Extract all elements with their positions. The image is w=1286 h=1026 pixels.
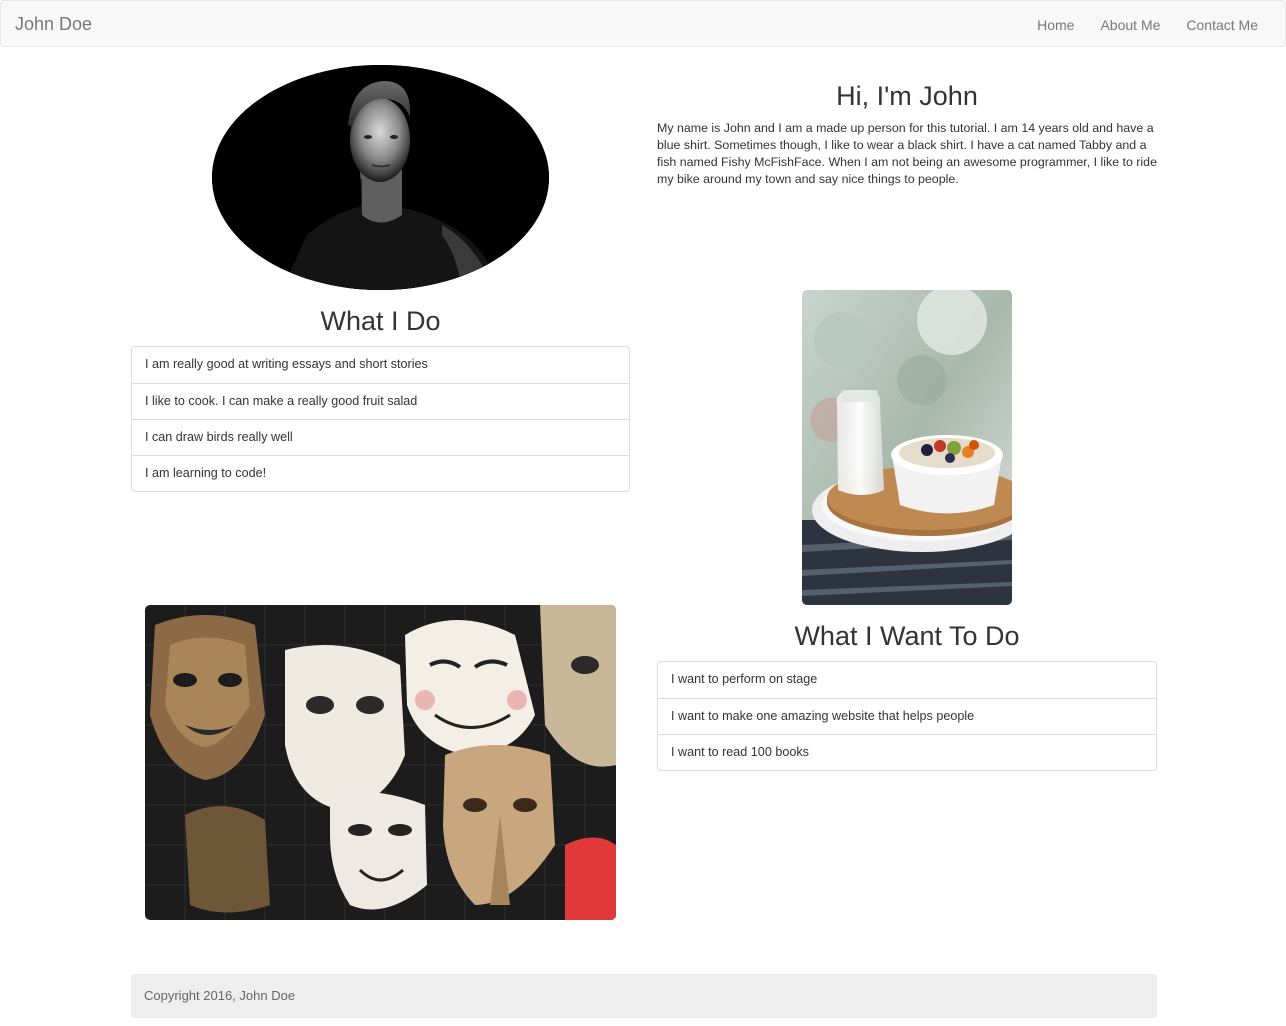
masks-photo [145, 605, 616, 920]
nav-links: Home About Me Contact Me [1024, 1, 1285, 48]
what-i-want-title: What I Want To Do [794, 621, 1020, 651]
what-i-do-title: What I Do [320, 306, 441, 336]
hero-text: My name is John and I am a made up perso… [657, 121, 1157, 186]
nav-link-about-me[interactable]: About Me [1087, 15, 1173, 35]
list-item: I am really good at writing essays and s… [145, 357, 428, 371]
list-item: I want to make one amazing website that … [658, 698, 1156, 734]
footer: Copyright 2016, John Doe [131, 974, 1157, 1018]
footer-copyright: Copyright 2016, John Doe [144, 988, 296, 1003]
list-item: I want to read 100 books [658, 734, 1156, 770]
fruit-salad-photo [802, 290, 1012, 605]
list-item: I want to perform on stage [671, 672, 818, 686]
what-i-want-list: I want to perform on stage I want to mak… [657, 661, 1157, 771]
nav-link-contact-me[interactable]: Contact Me [1173, 15, 1272, 35]
list-item: I am learning to code! [132, 455, 629, 491]
list-item: I like to cook. I can make a really good… [132, 383, 629, 419]
list-item: I can draw birds really well [132, 419, 629, 455]
hero-title: Hi, I'm John [836, 81, 978, 111]
brand-link[interactable]: John Doe [15, 14, 92, 34]
what-i-do-list: I am really good at writing essays and s… [131, 346, 630, 492]
nav-link-home[interactable]: Home [1024, 15, 1087, 35]
profile-photo [212, 65, 549, 290]
navbar: John Doe Home About Me Contact Me [0, 0, 1286, 47]
